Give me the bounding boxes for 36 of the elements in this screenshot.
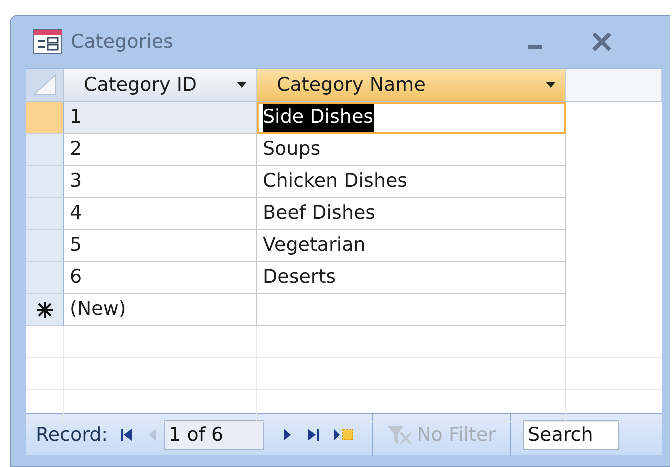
- table-cell[interactable]: Deserts: [257, 262, 566, 294]
- table-cell[interactable]: 2: [64, 134, 257, 166]
- table-cell[interactable]: (New): [64, 294, 257, 326]
- table-cell: [26, 326, 64, 358]
- form-icon: [33, 29, 63, 55]
- column-header[interactable]: Category ID: [64, 69, 257, 102]
- window-title: Categories: [71, 30, 174, 55]
- row-selector[interactable]: [26, 134, 64, 166]
- next-record-icon[interactable]: [283, 428, 294, 442]
- last-record-icon[interactable]: [307, 428, 320, 442]
- table-cell[interactable]: 1: [64, 102, 257, 134]
- record-position-field[interactable]: 1 of 6: [164, 420, 264, 450]
- table-cell[interactable]: 3: [64, 166, 257, 198]
- column-header[interactable]: Category Name: [257, 69, 566, 102]
- table-cell[interactable]: Beef Dishes: [257, 198, 566, 230]
- table-cell[interactable]: Vegetarian: [257, 230, 566, 262]
- table-cell[interactable]: Chicken Dishes: [257, 166, 566, 198]
- record-label: Record:: [35, 422, 110, 448]
- new-record-icon: [36, 302, 52, 318]
- row-selector[interactable]: [26, 262, 64, 294]
- dropdown-icon[interactable]: [236, 81, 248, 89]
- table-cell[interactable]: Side Dishes: [257, 102, 566, 134]
- search-field[interactable]: Search: [523, 420, 619, 450]
- row-selector[interactable]: [26, 166, 64, 198]
- row-selector[interactable]: [26, 198, 64, 230]
- table-cell: [26, 358, 64, 390]
- first-record-icon[interactable]: [121, 428, 134, 442]
- row-selector[interactable]: [26, 230, 64, 262]
- table-cell[interactable]: 4: [64, 198, 257, 230]
- table-cell[interactable]: 5: [64, 230, 257, 262]
- table-cell[interactable]: Soups: [257, 134, 566, 166]
- new-record-icon[interactable]: [333, 428, 356, 442]
- dropdown-icon[interactable]: [545, 81, 557, 89]
- table-cell[interactable]: [257, 294, 566, 326]
- select-all-icon[interactable]: [32, 73, 58, 97]
- table-cell[interactable]: 6: [64, 262, 257, 294]
